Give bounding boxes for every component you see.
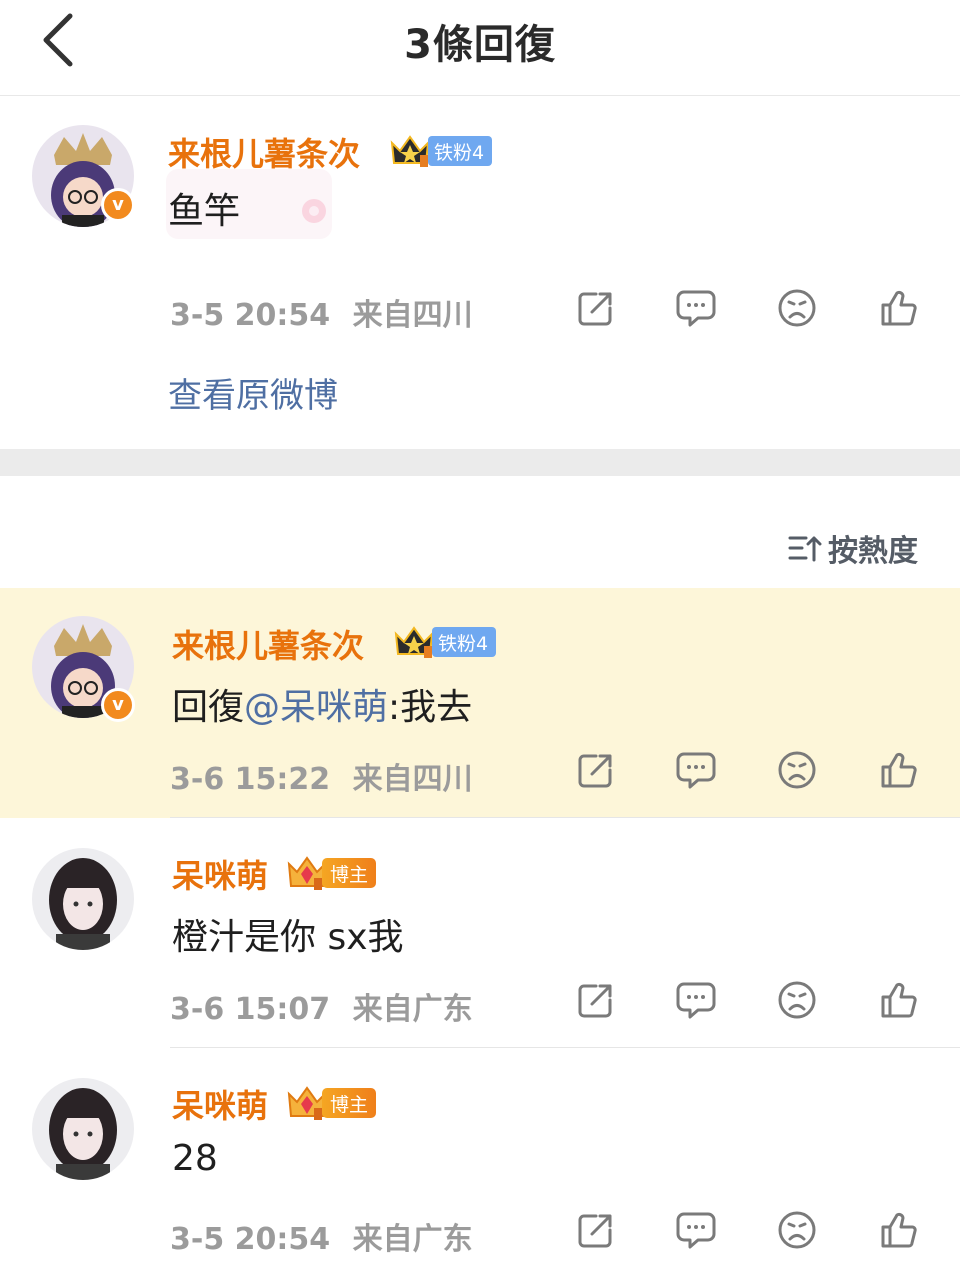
share-icon	[578, 984, 612, 1018]
share-icon	[578, 292, 612, 326]
username[interactable]: 呆咪萌	[172, 851, 268, 897]
share-button[interactable]	[570, 1204, 622, 1256]
dislike-icon	[778, 981, 816, 1019]
comment-meta: 3-5 20:54 来自四川	[170, 290, 473, 334]
fan-badge[interactable]: 铁粉4	[388, 133, 493, 169]
comment-icon	[676, 982, 716, 1019]
like-button[interactable]	[873, 974, 925, 1026]
fan-badge[interactable]: 铁粉4	[392, 624, 497, 660]
like-button[interactable]	[873, 744, 925, 796]
share-button[interactable]	[570, 974, 622, 1026]
reply-button[interactable]	[670, 1204, 722, 1256]
comment-text-overlay: 鱼竿	[168, 191, 241, 232]
reply-item: 呆咪萌 博主 28 3-5 20:54 来自广东	[0, 1048, 960, 1277]
sort-label: 按熱度	[828, 534, 918, 569]
fan-badge-label: 铁粉4	[432, 627, 497, 657]
location: 来自四川	[352, 762, 473, 797]
blogger-badge-label: 博主	[322, 1088, 377, 1118]
blogger-badge-label: 博主	[322, 858, 377, 888]
like-icon	[881, 1212, 917, 1248]
timestamp: 3-6 15:07	[170, 992, 331, 1027]
timestamp: 3-6 15:22	[170, 762, 331, 797]
reply-button[interactable]	[670, 282, 722, 334]
dislike-icon	[778, 1211, 816, 1249]
mention-link[interactable]: @呆咪萌	[244, 687, 388, 728]
location: 来自广东	[352, 1222, 473, 1257]
comment-icon	[676, 1212, 716, 1249]
reply-item: v 来根儿薯条次 铁粉4 回復@呆咪萌:我去 3-6 15:22 来自四川	[0, 588, 960, 818]
comment-meta: 3-6 15:22 来自四川	[170, 754, 473, 798]
comment-icon	[676, 752, 716, 789]
location: 来自广东	[352, 992, 473, 1027]
dislike-icon	[778, 751, 816, 789]
like-button[interactable]	[873, 282, 925, 334]
comment-actions	[570, 1204, 930, 1256]
top-bar: 3條回復	[0, 0, 960, 96]
dislike-button[interactable]	[771, 282, 823, 334]
page-title: 3條回復	[404, 22, 556, 68]
root-comment: v 来根儿薯条次 铁粉4 鱼竿 鱼竿 3-5 20:54 来自四川 查看原微博	[0, 97, 960, 449]
location: 来自四川	[352, 298, 473, 333]
sort-button[interactable]: 按熱度	[788, 526, 918, 570]
dislike-button[interactable]	[771, 974, 823, 1026]
comment-meta: 3-5 20:54 来自广东	[170, 1214, 473, 1258]
reply-text: 28	[172, 1138, 218, 1179]
avatar[interactable]	[32, 1078, 134, 1180]
reply-button[interactable]	[670, 974, 722, 1026]
timestamp: 3-5 20:54	[170, 298, 331, 333]
blogger-badge[interactable]: 博主	[286, 854, 377, 892]
comment-meta: 3-6 15:07 来自广东	[170, 984, 473, 1028]
reply-item: 呆咪萌 博主 橙汁是你 sx我 3-6 15:07 来自广东	[0, 818, 960, 1048]
verified-icon: v	[101, 188, 135, 222]
crown-icon	[394, 626, 434, 658]
share-icon	[578, 754, 612, 788]
reply-text: 回復@呆咪萌:我去	[172, 678, 472, 730]
dislike-button[interactable]	[771, 1204, 823, 1256]
sort-icon	[788, 536, 822, 562]
like-icon	[881, 752, 917, 788]
username[interactable]: 来根儿薯条次	[172, 621, 364, 667]
comment-icon	[676, 290, 716, 327]
share-button[interactable]	[570, 282, 622, 334]
blogger-badge[interactable]: 博主	[286, 1084, 377, 1122]
username[interactable]: 呆咪萌	[172, 1081, 268, 1127]
share-button[interactable]	[570, 744, 622, 796]
like-button[interactable]	[873, 1204, 925, 1256]
dislike-button[interactable]	[771, 744, 823, 796]
view-original-link[interactable]: 查看原微博	[168, 368, 338, 417]
avatar[interactable]	[32, 848, 134, 950]
reply-text: 橙汁是你 sx我	[172, 917, 404, 958]
crown-icon	[390, 135, 430, 167]
comment-actions	[570, 744, 930, 796]
fan-badge-label: 铁粉4	[428, 136, 493, 166]
section-divider	[0, 449, 960, 476]
reply-button[interactable]	[670, 744, 722, 796]
like-icon	[881, 982, 917, 1018]
verified-icon: v	[101, 688, 135, 722]
like-icon	[881, 290, 917, 326]
dislike-icon	[778, 289, 816, 327]
comment-actions	[570, 974, 930, 1026]
reply-suffix: :我去	[388, 687, 473, 728]
comment-actions	[570, 282, 930, 334]
share-icon	[578, 1214, 612, 1248]
timestamp: 3-5 20:54	[170, 1222, 331, 1257]
reply-prefix: 回復	[172, 687, 245, 728]
